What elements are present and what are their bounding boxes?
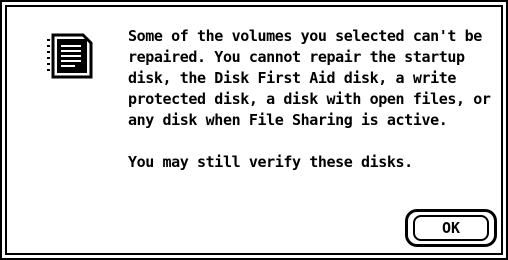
ok-button[interactable]: OK <box>405 209 497 247</box>
document-page-icon <box>43 29 95 81</box>
alert-message-paragraph-2: You may still verify these disks. <box>128 153 413 171</box>
alert-dialog: Some of the volumes you selected can't b… <box>0 0 508 260</box>
alert-dialog-frame: Some of the volumes you selected can't b… <box>5 5 503 255</box>
ok-button-label: OK <box>413 215 489 241</box>
alert-message-paragraph-1: Some of the volumes you selected can't b… <box>128 27 491 129</box>
alert-message: Some of the volumes you selected can't b… <box>128 26 493 173</box>
